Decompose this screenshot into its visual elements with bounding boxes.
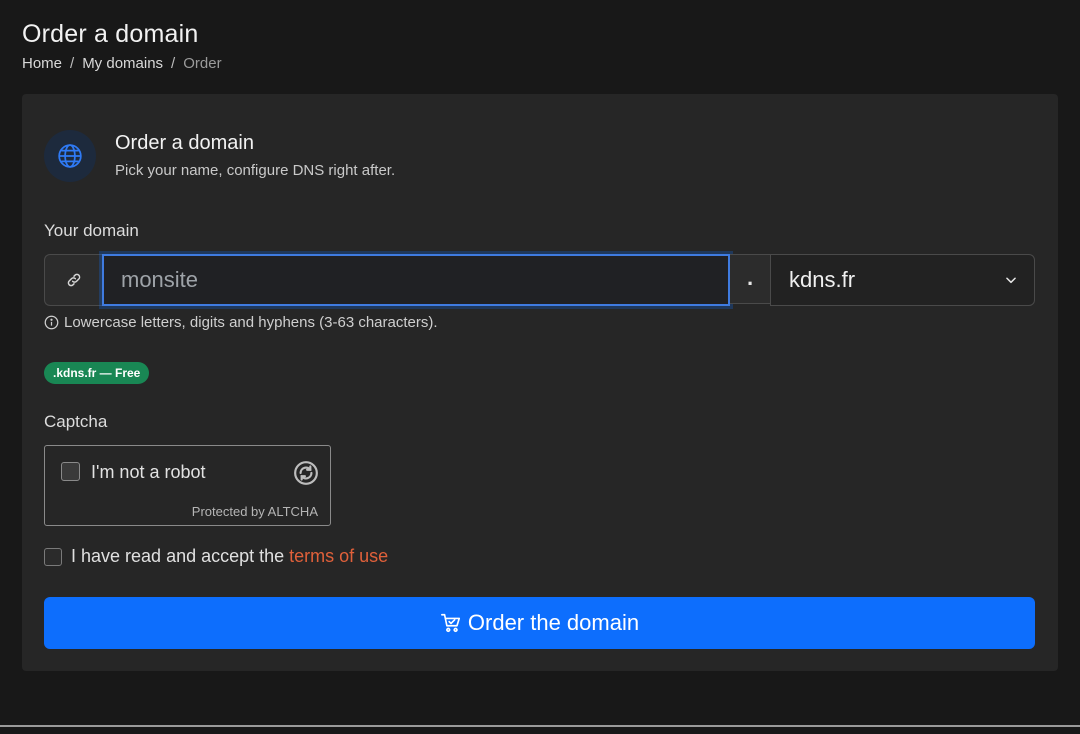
altcha-widget: I'm not a robot Protected by ALTCHA [44, 445, 331, 526]
altcha-logo-icon [294, 461, 318, 485]
globe-icon [44, 130, 96, 182]
order-card: Order a domain Pick your name, configure… [22, 94, 1058, 671]
captcha-label: Captcha [44, 412, 108, 431]
cart-icon [440, 613, 460, 633]
link-icon [44, 254, 102, 306]
bottom-divider [0, 725, 1080, 727]
help-text: Lowercase letters, digits and hyphens (3… [64, 314, 438, 331]
breadcrumb-home[interactable]: Home [22, 55, 62, 72]
tld-select[interactable]: kdns.fr [770, 254, 1035, 306]
breadcrumb-separator: / [70, 55, 75, 72]
info-icon [44, 315, 59, 330]
order-domain-button[interactable]: Order the domain [44, 597, 1035, 649]
terms-text: I have read and accept the [71, 546, 285, 566]
card-header: Order a domain Pick your name, configure… [44, 130, 395, 182]
card-subtitle: Pick your name, configure DNS right afte… [115, 161, 396, 179]
terms-checkbox-row[interactable]: I have read and accept the terms of use [44, 546, 388, 567]
page-title: Order a domain [22, 20, 199, 48]
domain-name-input[interactable] [102, 254, 730, 306]
captcha-checkbox-label: I'm not a robot [91, 462, 206, 482]
breadcrumb-current: Order [183, 55, 222, 72]
card-title: Order a domain [115, 131, 254, 154]
order-button-label: Order the domain [467, 610, 640, 635]
dot-text: . [746, 265, 754, 290]
tld-price-badge: .kdns.fr — Free [44, 362, 150, 384]
chevron-down-icon [1006, 277, 1016, 284]
captcha-checkbox[interactable] [61, 462, 80, 481]
domain-input-group: . kdns.fr [44, 254, 1035, 306]
terms-link[interactable]: terms of use [289, 546, 388, 567]
breadcrumb-separator: / [171, 55, 176, 72]
altcha-footer: Protected by ALTCHA [191, 504, 318, 519]
terms-checkbox[interactable] [44, 547, 62, 566]
domain-dot-separator: . [730, 254, 770, 304]
tld-selected-value: kdns.fr [789, 267, 856, 292]
breadcrumb: Home / My domains / Order [22, 55, 222, 72]
domain-help-text: Lowercase letters, digits and hyphens (3… [44, 314, 438, 331]
domain-label: Your domain [44, 221, 139, 240]
breadcrumb-my-domains[interactable]: My domains [82, 55, 163, 72]
